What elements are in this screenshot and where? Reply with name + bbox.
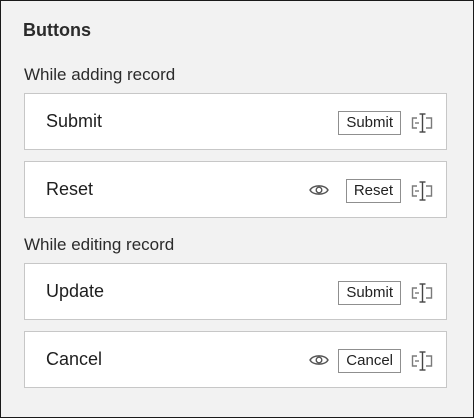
row-label: Submit xyxy=(46,111,103,131)
button-row-submit: Submit Submit xyxy=(24,93,447,150)
text-field-cursor-icon[interactable] xyxy=(411,111,433,135)
text-field-cursor-icon[interactable] xyxy=(411,349,433,373)
row-label: Cancel xyxy=(46,349,103,369)
cancel-button-preview[interactable]: Cancel xyxy=(338,349,401,373)
row-label: Update xyxy=(46,281,105,301)
row-label: Reset xyxy=(46,179,94,199)
submit-button-preview[interactable]: Submit xyxy=(338,111,401,135)
reset-button-preview[interactable]: Reset xyxy=(345,179,401,203)
panel-title: Buttons xyxy=(23,20,91,40)
button-row-reset: Reset Reset xyxy=(24,161,447,218)
update-button-preview[interactable]: Submit xyxy=(338,281,401,305)
buttons-panel: Buttons While adding record Submit Submi… xyxy=(0,0,474,418)
eye-icon[interactable] xyxy=(309,183,329,197)
eye-icon[interactable] xyxy=(309,353,329,367)
text-field-cursor-icon[interactable] xyxy=(411,179,433,203)
section-title-editing: While editing record xyxy=(24,235,175,254)
section-title-adding: While adding record xyxy=(24,65,176,84)
text-field-cursor-icon[interactable] xyxy=(411,281,433,305)
button-row-cancel: Cancel Cancel xyxy=(24,331,447,388)
button-row-update: Update Submit xyxy=(24,263,447,320)
